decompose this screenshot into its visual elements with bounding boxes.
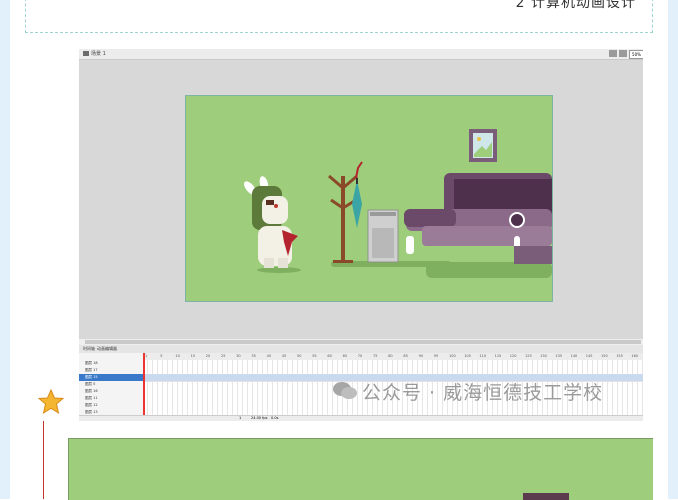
sofa-shadow <box>426 262 552 278</box>
tab-motion-editor[interactable]: 动画编辑器 <box>95 345 119 353</box>
ruler-tick: 85 <box>403 354 408 358</box>
ruler-tick: 150 <box>601 354 608 358</box>
layer-row[interactable]: 图层 17 <box>79 367 143 374</box>
ruler-tick: 125 <box>525 354 532 358</box>
next-image-preview <box>68 438 653 500</box>
ruler-tick: 10 <box>175 354 180 358</box>
ruler-tick: 75 <box>373 354 378 358</box>
ruler-tick: 35 <box>251 354 256 358</box>
watermark-text: 公众号 · 威海恒德技工学校 <box>362 382 604 404</box>
left-frame-border <box>0 0 10 499</box>
layer-row[interactable]: 图层 12 <box>79 402 143 409</box>
ruler-tick: 55 <box>312 354 317 358</box>
timeline-status-bar: 1 24.00 fps 0.0s <box>79 415 643 421</box>
layer-row[interactable]: 图层 16 <box>79 388 143 395</box>
air-purifier <box>367 209 399 263</box>
ruler-tick: 105 <box>464 354 471 358</box>
star-icon <box>38 389 64 415</box>
ruler-tick: 30 <box>236 354 241 358</box>
ruler-tick: 70 <box>357 354 363 358</box>
layer-name: 图层 18 <box>85 361 98 365</box>
flash-editor-screenshot: 场景 1 50% 时间轴 动画编辑器 图层 18 图层 17 图层 15 图层 … <box>79 49 643 421</box>
ruler-tick: 50 <box>297 354 302 358</box>
wechat-icon <box>333 382 357 399</box>
layer-name: 图层 11 <box>85 396 98 400</box>
ruler-tick: 1 <box>145 354 148 358</box>
layer-row-selected[interactable]: 图层 15 <box>79 374 143 381</box>
zoom-select[interactable]: 50% <box>629 50 643 59</box>
edit-bar: 场景 1 50% <box>79 49 643 60</box>
scene-label[interactable]: 场景 1 <box>91 50 106 57</box>
frame-rate: 24.00 fps <box>251 416 268 420</box>
ruler-tick: 80 <box>388 354 393 358</box>
ruler-tick: 20 <box>205 354 211 358</box>
ruler-tick: 130 <box>540 354 547 358</box>
layer-list: 图层 18 图层 17 图层 15 图层 5 图层 16 图层 11 图层 12… <box>79 353 144 421</box>
section-heading: 2 计算机动画设计 <box>515 0 636 11</box>
ruler-tick: 90 <box>418 354 424 358</box>
umbrella <box>352 178 362 228</box>
ruler-tick: 5 <box>160 354 163 358</box>
edit-scene-icon[interactable] <box>609 50 617 57</box>
layer-name: 图层 5 <box>85 382 96 386</box>
ruler-tick: 100 <box>449 354 456 358</box>
layer-row[interactable]: 图层 11 <box>79 395 143 402</box>
scene-icon <box>83 51 89 56</box>
scrollbar-thumb[interactable] <box>85 340 641 344</box>
edit-symbol-icon[interactable] <box>619 50 627 57</box>
layer-name: 图层 16 <box>85 389 98 393</box>
ruler-tick: 110 <box>479 354 487 358</box>
ruler-tick: 65 <box>342 354 348 358</box>
ruler-tick: 115 <box>494 354 502 358</box>
layer-name: 图层 17 <box>85 368 98 372</box>
layer-name: 图层 12 <box>85 403 98 407</box>
ruler-tick: 25 <box>221 354 226 358</box>
ruler-tick: 140 <box>570 354 578 358</box>
stage-artwork <box>244 129 552 278</box>
stage-canvas[interactable] <box>185 95 553 302</box>
sofa <box>404 173 552 264</box>
ruler-tick: 60 <box>327 354 332 358</box>
ruler-tick: 45 <box>281 354 287 358</box>
right-frame-border <box>668 0 678 499</box>
layer-row[interactable]: 图层 5 <box>79 381 143 388</box>
ruler-tick: 15 <box>190 354 196 358</box>
ruler-tick: 145 <box>585 354 593 358</box>
elapsed-time: 0.0s <box>271 416 279 420</box>
current-frame: 1 <box>239 416 242 420</box>
ruler-tick: 40 <box>266 354 272 358</box>
red-accent-line <box>43 421 44 499</box>
ruler-tick: 95 <box>433 354 439 358</box>
wall-picture <box>469 129 497 162</box>
rabbit-character <box>244 176 298 268</box>
ruler-tick: 135 <box>555 354 563 358</box>
playhead[interactable] <box>143 353 145 415</box>
ruler-tick: 160 <box>631 354 639 358</box>
ruler-tick: 120 <box>509 354 517 358</box>
layer-row[interactable]: 图层 18 <box>79 360 143 367</box>
layer-name: 图层 15 <box>85 375 98 379</box>
ruler-tick: 155 <box>616 354 623 358</box>
